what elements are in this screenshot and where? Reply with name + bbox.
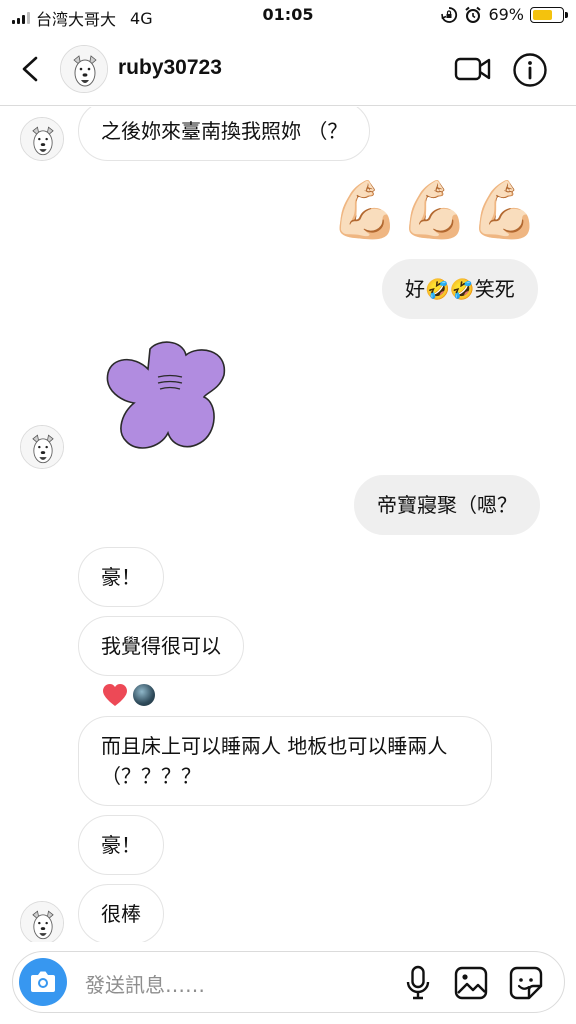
message-composer[interactable]: 發送訊息……: [12, 951, 565, 1013]
contact-username[interactable]: ruby30723: [118, 56, 222, 80]
status-bar: 台湾大哥大 4G 01:05 69%: [0, 0, 576, 32]
rotation-lock-icon: [441, 6, 458, 23]
message-bubble-outgoing[interactable]: 好🤣🤣笑死: [382, 259, 538, 319]
heart-reaction-icon: [103, 684, 127, 706]
sender-avatar[interactable]: [20, 117, 64, 161]
sender-avatar[interactable]: [20, 425, 64, 469]
microphone-icon[interactable]: [403, 965, 433, 1001]
alarm-icon: [465, 6, 482, 23]
reactor-avatar: [132, 683, 156, 707]
battery-level-fill: [533, 9, 553, 20]
dog-avatar-icon: [21, 902, 63, 942]
message-bubble-incoming[interactable]: 很棒: [78, 884, 164, 942]
status-right: 69%: [440, 5, 568, 24]
sticker-icon[interactable]: [508, 965, 544, 1001]
message-input[interactable]: 發送訊息……: [85, 969, 205, 998]
message-bubble-incoming[interactable]: 豪！: [78, 547, 164, 607]
purple-flower-sticker[interactable]: [100, 341, 232, 453]
dog-avatar-icon: [21, 118, 63, 160]
message-bubble-incoming[interactable]: 我覺得很可以: [78, 616, 244, 676]
camera-icon: [31, 971, 55, 992]
message-bubble-incoming[interactable]: 而且床上可以睡兩人 地板也可以睡兩人 （？？？？: [78, 716, 492, 806]
battery-icon: [530, 6, 568, 23]
message-bubble-incoming[interactable]: 豪！: [78, 815, 164, 875]
dog-avatar-icon: [21, 426, 63, 468]
muscle-emoji-message[interactable]: 💪🏻💪🏻💪🏻: [330, 179, 539, 243]
chat-header: ruby30723: [0, 34, 576, 106]
info-icon[interactable]: [512, 52, 548, 88]
message-bubble-outgoing[interactable]: 帝寶寢聚（嗯？: [354, 475, 540, 535]
contact-avatar[interactable]: [60, 45, 108, 93]
back-arrow-icon[interactable]: [16, 54, 46, 84]
message-reactions[interactable]: [102, 683, 156, 709]
camera-button[interactable]: [19, 958, 67, 1006]
sender-avatar[interactable]: [20, 901, 64, 942]
message-bubble-incoming[interactable]: 之後妳來臺南換我照妳 （？: [78, 107, 371, 161]
dog-avatar-icon: [61, 46, 107, 92]
battery-percentage: 69%: [488, 5, 524, 24]
gallery-icon[interactable]: [453, 965, 489, 1001]
video-call-icon[interactable]: [454, 54, 492, 84]
message-thread[interactable]: 之後妳來臺南換我照妳 （？ 💪🏻💪🏻💪🏻 好🤣🤣笑死 帝寶寢聚（嗯？ 豪！ 我覺…: [0, 107, 576, 942]
